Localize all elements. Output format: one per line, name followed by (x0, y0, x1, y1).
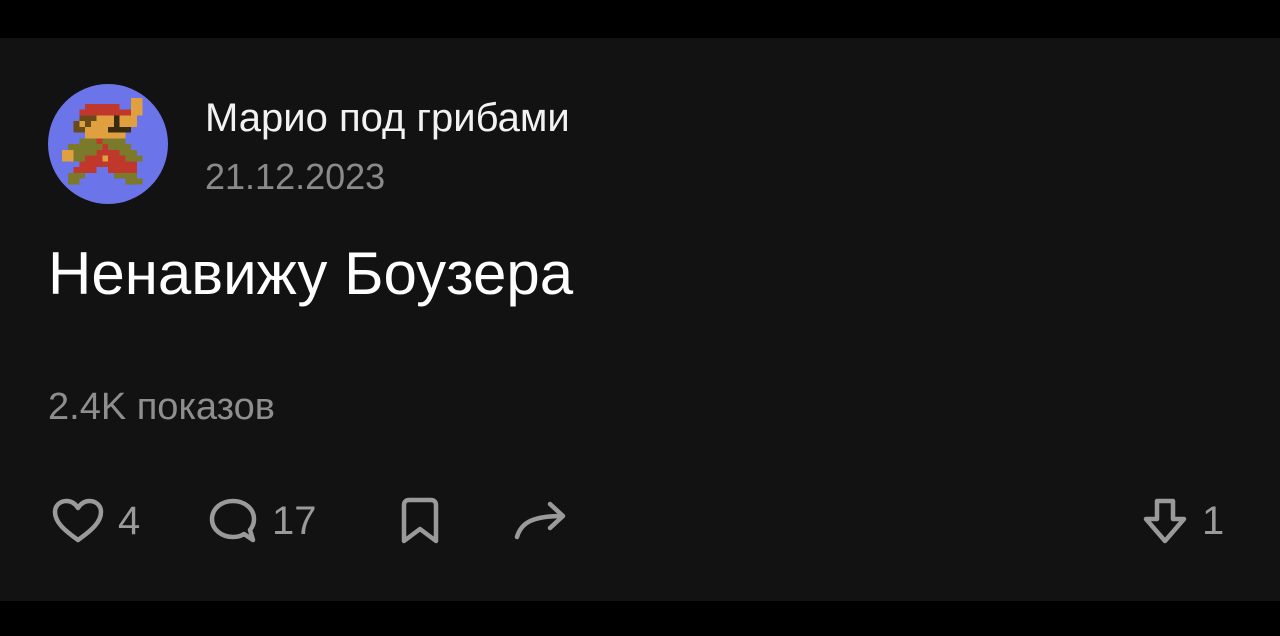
downvote-count: 1 (1202, 499, 1225, 543)
post-card: Марио под грибами 21.12.2023 Ненавижу Бо… (0, 38, 1280, 601)
comment-count: 17 (272, 499, 317, 543)
heart-icon (52, 498, 104, 543)
like-button[interactable]: 4 (52, 496, 140, 546)
comment-bubble-icon (209, 498, 257, 543)
comment-button[interactable]: 17 (208, 496, 317, 546)
like-count: 4 (118, 499, 141, 543)
bookmark-button[interactable] (398, 496, 442, 546)
post-date: 21.12.2023 (205, 156, 386, 197)
share-button[interactable] (512, 496, 568, 546)
author-avatar[interactable] (48, 84, 168, 204)
post-text: Ненавижу Боузера (48, 240, 574, 307)
author-name[interactable]: Марио под грибами (205, 94, 570, 142)
downvote-button[interactable]: 1 (1142, 496, 1224, 546)
bookmark-icon (401, 497, 439, 544)
arrow-down-icon (1143, 498, 1187, 544)
view-count: 2.4K показов (48, 386, 275, 428)
share-arrow-icon (514, 501, 566, 540)
mario-sprite-icon (62, 98, 143, 185)
